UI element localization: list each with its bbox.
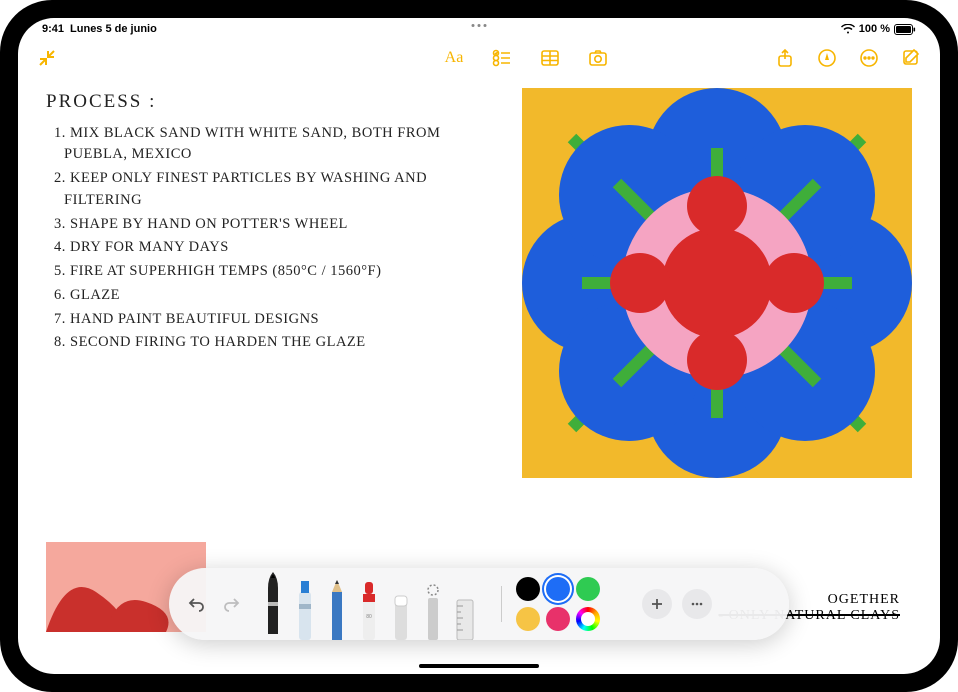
- color-blue[interactable]: [546, 577, 570, 601]
- camera-button[interactable]: [587, 47, 609, 69]
- ruler-tool[interactable]: [449, 568, 481, 640]
- redo-button[interactable]: [217, 590, 245, 618]
- wifi-icon: [841, 24, 855, 34]
- compose-button[interactable]: [900, 47, 922, 69]
- note-line: 5. FIRE AT SUPERHIGH TEMPS (850°C / 1560…: [46, 261, 502, 283]
- color-yellow[interactable]: [516, 607, 540, 631]
- add-tool-button[interactable]: [642, 589, 672, 619]
- pencil-tool[interactable]: [321, 568, 353, 640]
- status-date: Lunes 5 de junio: [70, 23, 157, 35]
- home-indicator[interactable]: [419, 664, 539, 668]
- crayon-tool[interactable]: 80: [353, 568, 385, 640]
- note-line: 7. HAND PAINT BEAUTIFUL DESIGNS: [46, 309, 502, 331]
- status-time: 9:41: [42, 23, 64, 35]
- ipad-device-frame: 9:41 Lunes 5 de junio 100 %: [0, 0, 958, 692]
- markup-toggle-button[interactable]: [816, 47, 838, 69]
- status-bar: 9:41 Lunes 5 de junio 100 %: [18, 18, 940, 38]
- svg-text:80: 80: [366, 614, 372, 620]
- note-title: PROCESS :: [46, 88, 502, 117]
- flower-drawing: [522, 88, 912, 478]
- format-button[interactable]: Aa: [443, 47, 465, 69]
- note-line: 1. MIX BLACK SAND WITH WHITE SAND, BOTH …: [46, 123, 502, 167]
- multitask-dots-icon[interactable]: [472, 24, 487, 27]
- more-button[interactable]: [858, 47, 880, 69]
- pen-tool[interactable]: [257, 568, 289, 634]
- share-button[interactable]: [774, 47, 796, 69]
- note-line: 6. GLAZE: [46, 285, 502, 307]
- note-line: 8. SECOND FIRING TO HARDEN THE GLAZE: [46, 332, 502, 354]
- collapse-button[interactable]: [36, 47, 58, 69]
- color-black[interactable]: [516, 577, 540, 601]
- tool-picker: 80: [251, 568, 487, 640]
- checklist-button[interactable]: [491, 47, 513, 69]
- status-battery-text: 100 %: [859, 23, 890, 35]
- markup-more-button[interactable]: [682, 589, 712, 619]
- color-green[interactable]: [576, 577, 600, 601]
- marker-tool[interactable]: [289, 568, 321, 640]
- color-palette: [516, 576, 632, 632]
- battery-icon: [894, 24, 916, 35]
- note-line: 3. SHAPE BY HAND ON POTTER'S WHEEL: [46, 214, 502, 236]
- markup-toolbar[interactable]: 80: [169, 568, 789, 640]
- color-pink[interactable]: [546, 607, 570, 631]
- undo-button[interactable]: [183, 590, 211, 618]
- color-picker-button[interactable]: [576, 607, 600, 631]
- screen: 9:41 Lunes 5 de junio 100 %: [18, 18, 940, 674]
- eraser-tool[interactable]: [385, 568, 417, 640]
- note-toolbar: Aa: [18, 38, 940, 78]
- note-line: 2. KEEP ONLY FINEST PARTICLES BY WASHING…: [46, 168, 502, 212]
- note-line: 4. DRY FOR MANY DAYS: [46, 237, 502, 259]
- lasso-tool[interactable]: [417, 568, 449, 640]
- toolbar-divider: [501, 586, 502, 622]
- table-button[interactable]: [539, 47, 561, 69]
